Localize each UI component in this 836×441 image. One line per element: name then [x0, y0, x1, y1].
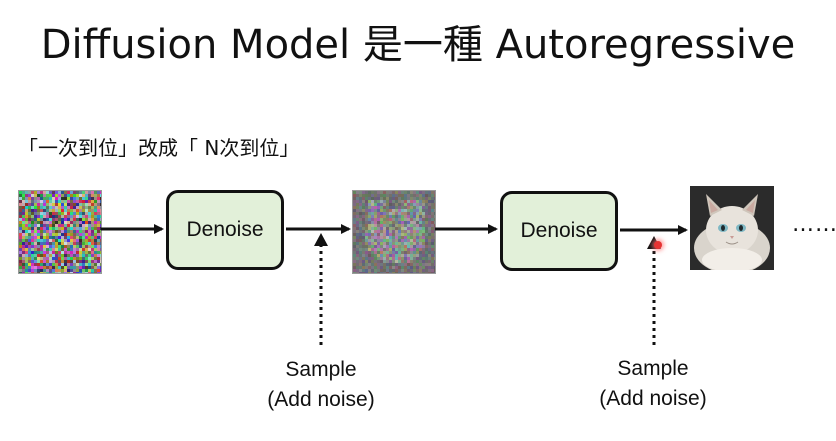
pointer-dot [654, 241, 662, 249]
sample-label-1-line2: (Add noise) [267, 388, 375, 411]
sample-label-2-line1: Sample [617, 357, 689, 380]
dotted-arrow-sample-1-head [314, 233, 328, 246]
sample-label-1-line1: Sample [285, 358, 357, 381]
sample-label-2: Sample (Add noise) [563, 354, 743, 414]
sample-label-1: Sample (Add noise) [231, 355, 411, 415]
slide: Diffusion Model 是一種 Autoregressive 「一次到位… [0, 0, 836, 441]
sample-label-2-line2: (Add noise) [599, 387, 707, 410]
